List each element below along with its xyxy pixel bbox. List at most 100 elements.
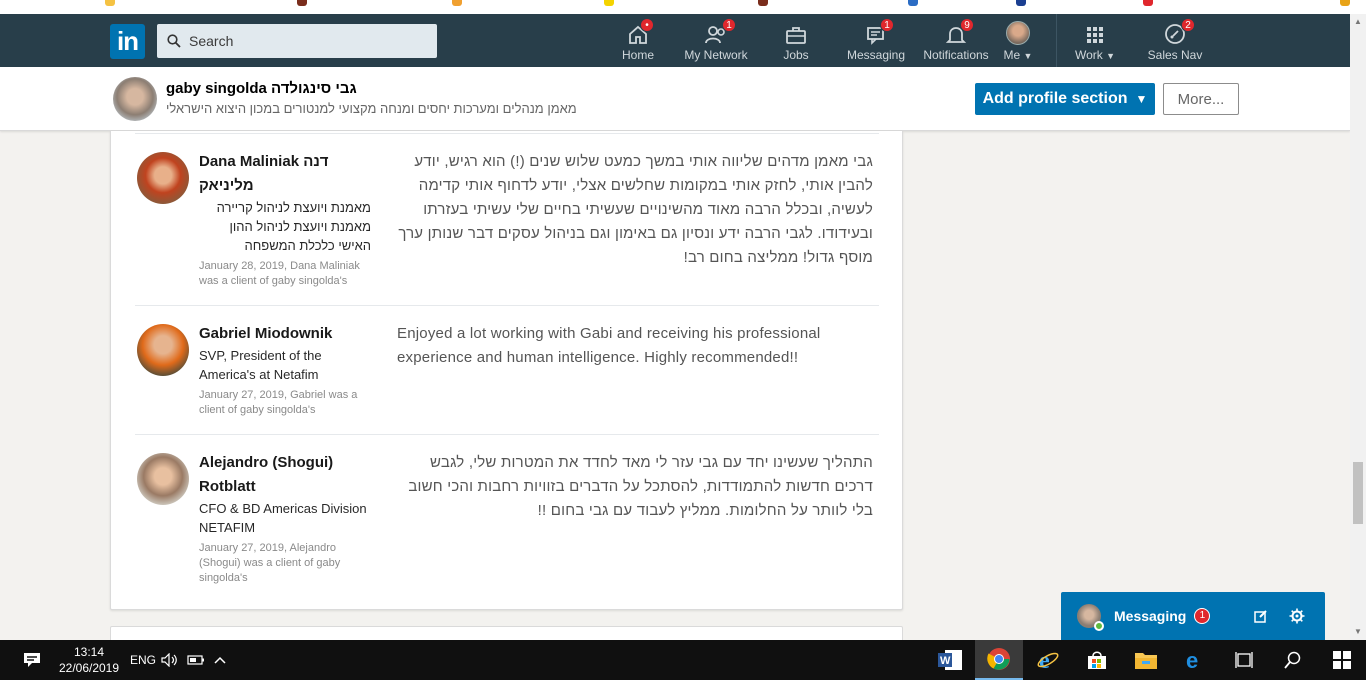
chevron-down-icon: ▼ — [1106, 51, 1116, 61]
bookmark-icon[interactable] — [908, 0, 918, 6]
bookmark-icon[interactable] — [105, 0, 115, 6]
messaging-overlay[interactable]: Messaging 1 — [1061, 592, 1325, 640]
compose-icon[interactable] — [1254, 609, 1268, 623]
scroll-up-arrow-icon[interactable]: ▲ — [1350, 14, 1366, 30]
search-icon[interactable] — [1269, 640, 1317, 680]
svg-text:e: e — [1186, 649, 1198, 671]
profile-headline: מאמן מנהלים ומערכות יחסים ומנחה מקצועי ל… — [166, 101, 577, 116]
messaging-badge: 1 — [880, 18, 894, 32]
nav-home[interactable]: • Home — [610, 14, 666, 67]
chrome-app-icon[interactable] — [975, 640, 1023, 680]
chevron-down-icon: ▼ — [1023, 51, 1033, 61]
nav-jobs[interactable]: Jobs — [766, 14, 826, 67]
profile-sticky-header: gaby singolda גבי סינגולדה מאמן מנהלים ו… — [0, 67, 1350, 131]
nav-messaging[interactable]: 1 Messaging — [826, 14, 926, 67]
task-view-icon[interactable] — [1220, 640, 1268, 680]
recommendations-card: Dana Maliniak דנה מליניאק מאמנת ויועצת ל… — [110, 131, 903, 610]
nav-label: Messaging — [846, 48, 906, 62]
bookmark-icon[interactable] — [1340, 0, 1350, 6]
recommendation-item: Gabriel Miodownik SVP, President of the … — [135, 305, 879, 435]
file-explorer-icon[interactable] — [1122, 640, 1170, 680]
action-center-icon[interactable] — [10, 640, 54, 680]
search-box[interactable] — [157, 24, 437, 58]
online-status-icon — [1094, 621, 1104, 631]
store-icon[interactable] — [1073, 640, 1121, 680]
home-badge: • — [640, 18, 654, 32]
nav-label: Notifications — [923, 48, 989, 62]
recommender-avatar[interactable] — [137, 453, 189, 505]
caret-down-icon: ▼ — [1135, 92, 1148, 106]
clock-date: 22/06/2019 — [58, 661, 120, 675]
edge-icon[interactable]: e — [1171, 640, 1219, 680]
recommender-name[interactable]: Dana Maliniak דנה מליניאק — [199, 150, 379, 198]
nav-my-network[interactable]: 1 My Network — [666, 14, 766, 67]
nav-divider — [1056, 14, 1057, 67]
nav-notifications[interactable]: 9 Notifications — [923, 14, 989, 67]
recommender-name[interactable]: Alejandro (Shogui) Rotblatt — [199, 451, 379, 499]
bookmark-icon[interactable] — [1016, 0, 1026, 6]
recommender-avatar[interactable] — [137, 152, 189, 204]
avatar — [1077, 604, 1104, 631]
recommendation-meta: January 27, 2019, Gabriel was a client o… — [199, 389, 358, 416]
recommender-avatar[interactable] — [137, 324, 189, 376]
windows-start-icon[interactable] — [1318, 640, 1366, 680]
recommendation-text: התהליך שעשינו יחד עם גבי עזר לי מאד לחדד… — [408, 454, 873, 519]
svg-text:W: W — [940, 655, 951, 667]
nav-me[interactable]: Me ▼ — [986, 14, 1050, 67]
messaging-badge: 1 — [1194, 608, 1211, 624]
linkedin-logo[interactable]: in — [110, 24, 145, 59]
nav-menu: • Home 1 My Network Jobs 1 Messaging 9 N… — [610, 14, 1223, 67]
add-profile-section-label: Add profile section — [982, 90, 1128, 107]
nav-work[interactable]: Work ▼ — [1063, 14, 1127, 67]
recommendation-item: Alejandro (Shogui) Rotblatt CFO & BD Ame… — [135, 434, 879, 604]
nav-label: Jobs — [783, 48, 809, 62]
scroll-thumb[interactable] — [1353, 462, 1363, 524]
briefcase-icon — [786, 27, 806, 44]
nav-work-label: Work ▼ — [1074, 48, 1116, 62]
nav-label: My Network — [684, 48, 748, 62]
language-indicator[interactable]: ENG — [130, 653, 156, 667]
page-scrollbar[interactable]: ▲ ▼ — [1350, 14, 1366, 640]
search-input[interactable] — [189, 33, 419, 49]
recommender-title: SVP, President of the America's at Netaf… — [199, 348, 322, 382]
recommendation-item: Dana Maliniak דנה מליניאק מאמנת ויועצת ל… — [135, 133, 879, 306]
bookmark-icon[interactable] — [758, 0, 768, 6]
bookmark-icon[interactable] — [1143, 0, 1153, 6]
recommender-name[interactable]: Gabriel Miodownik — [199, 322, 379, 346]
recommendation-text: גבי מאמן מדהים שליווה אותי במשך כמעט שלו… — [398, 153, 873, 266]
more-button[interactable]: More... — [1163, 83, 1239, 115]
bookmark-icon[interactable] — [452, 0, 462, 6]
profile-avatar[interactable] — [113, 77, 157, 121]
chevron-up-icon[interactable] — [208, 640, 232, 680]
bookmark-icon[interactable] — [604, 0, 614, 6]
recommender-info: Alejandro (Shogui) Rotblatt CFO & BD Ame… — [199, 451, 379, 586]
internet-explorer-icon[interactable]: e — [1024, 640, 1072, 680]
browser-bookmarks-bar — [0, 0, 1366, 14]
add-profile-section-button[interactable]: Add profile section ▼ — [975, 83, 1155, 115]
recommendation-meta: January 27, 2019, Alejandro (Shogui) was… — [199, 542, 341, 584]
search-icon — [167, 34, 181, 48]
network-badge: 1 — [722, 18, 736, 32]
windows-taskbar: 13:14 22/06/2019 ENG W e e — [0, 640, 1366, 680]
nav-sales-nav[interactable]: 2 Sales Nav — [1127, 14, 1223, 67]
gear-icon[interactable] — [1289, 608, 1305, 624]
battery-icon[interactable] — [184, 640, 208, 680]
taskbar-clock[interactable]: 13:14 22/06/2019 — [58, 644, 120, 676]
avatar — [1006, 21, 1030, 45]
notifications-badge: 9 — [960, 18, 974, 32]
volume-icon[interactable] — [158, 640, 182, 680]
word-app-icon[interactable]: W — [926, 640, 974, 680]
messaging-label: Messaging — [1114, 608, 1187, 624]
sales-nav-badge: 2 — [1181, 18, 1195, 32]
clock-time: 13:14 — [73, 645, 105, 659]
nav-label: Home — [621, 48, 654, 62]
top-navigation: in • Home 1 My Network Jobs 1 Messaging … — [0, 14, 1350, 67]
recommender-info: Dana Maliniak דנה מליניאק מאמנת ויועצת ל… — [199, 150, 379, 289]
recommender-info: Gabriel Miodownik SVP, President of the … — [199, 322, 379, 418]
profile-name: gaby singolda גבי סינגולדה — [166, 80, 357, 97]
scroll-down-arrow-icon[interactable]: ▼ — [1350, 624, 1366, 640]
recommender-title: מאמנת ויועצת לניהול קריירה מאמנת ויועצת … — [216, 200, 371, 253]
nav-me-label: Me ▼ — [1003, 48, 1033, 62]
bookmark-icon[interactable] — [297, 0, 307, 6]
recommender-title: CFO & BD Americas Division NETAFIM — [199, 501, 367, 535]
